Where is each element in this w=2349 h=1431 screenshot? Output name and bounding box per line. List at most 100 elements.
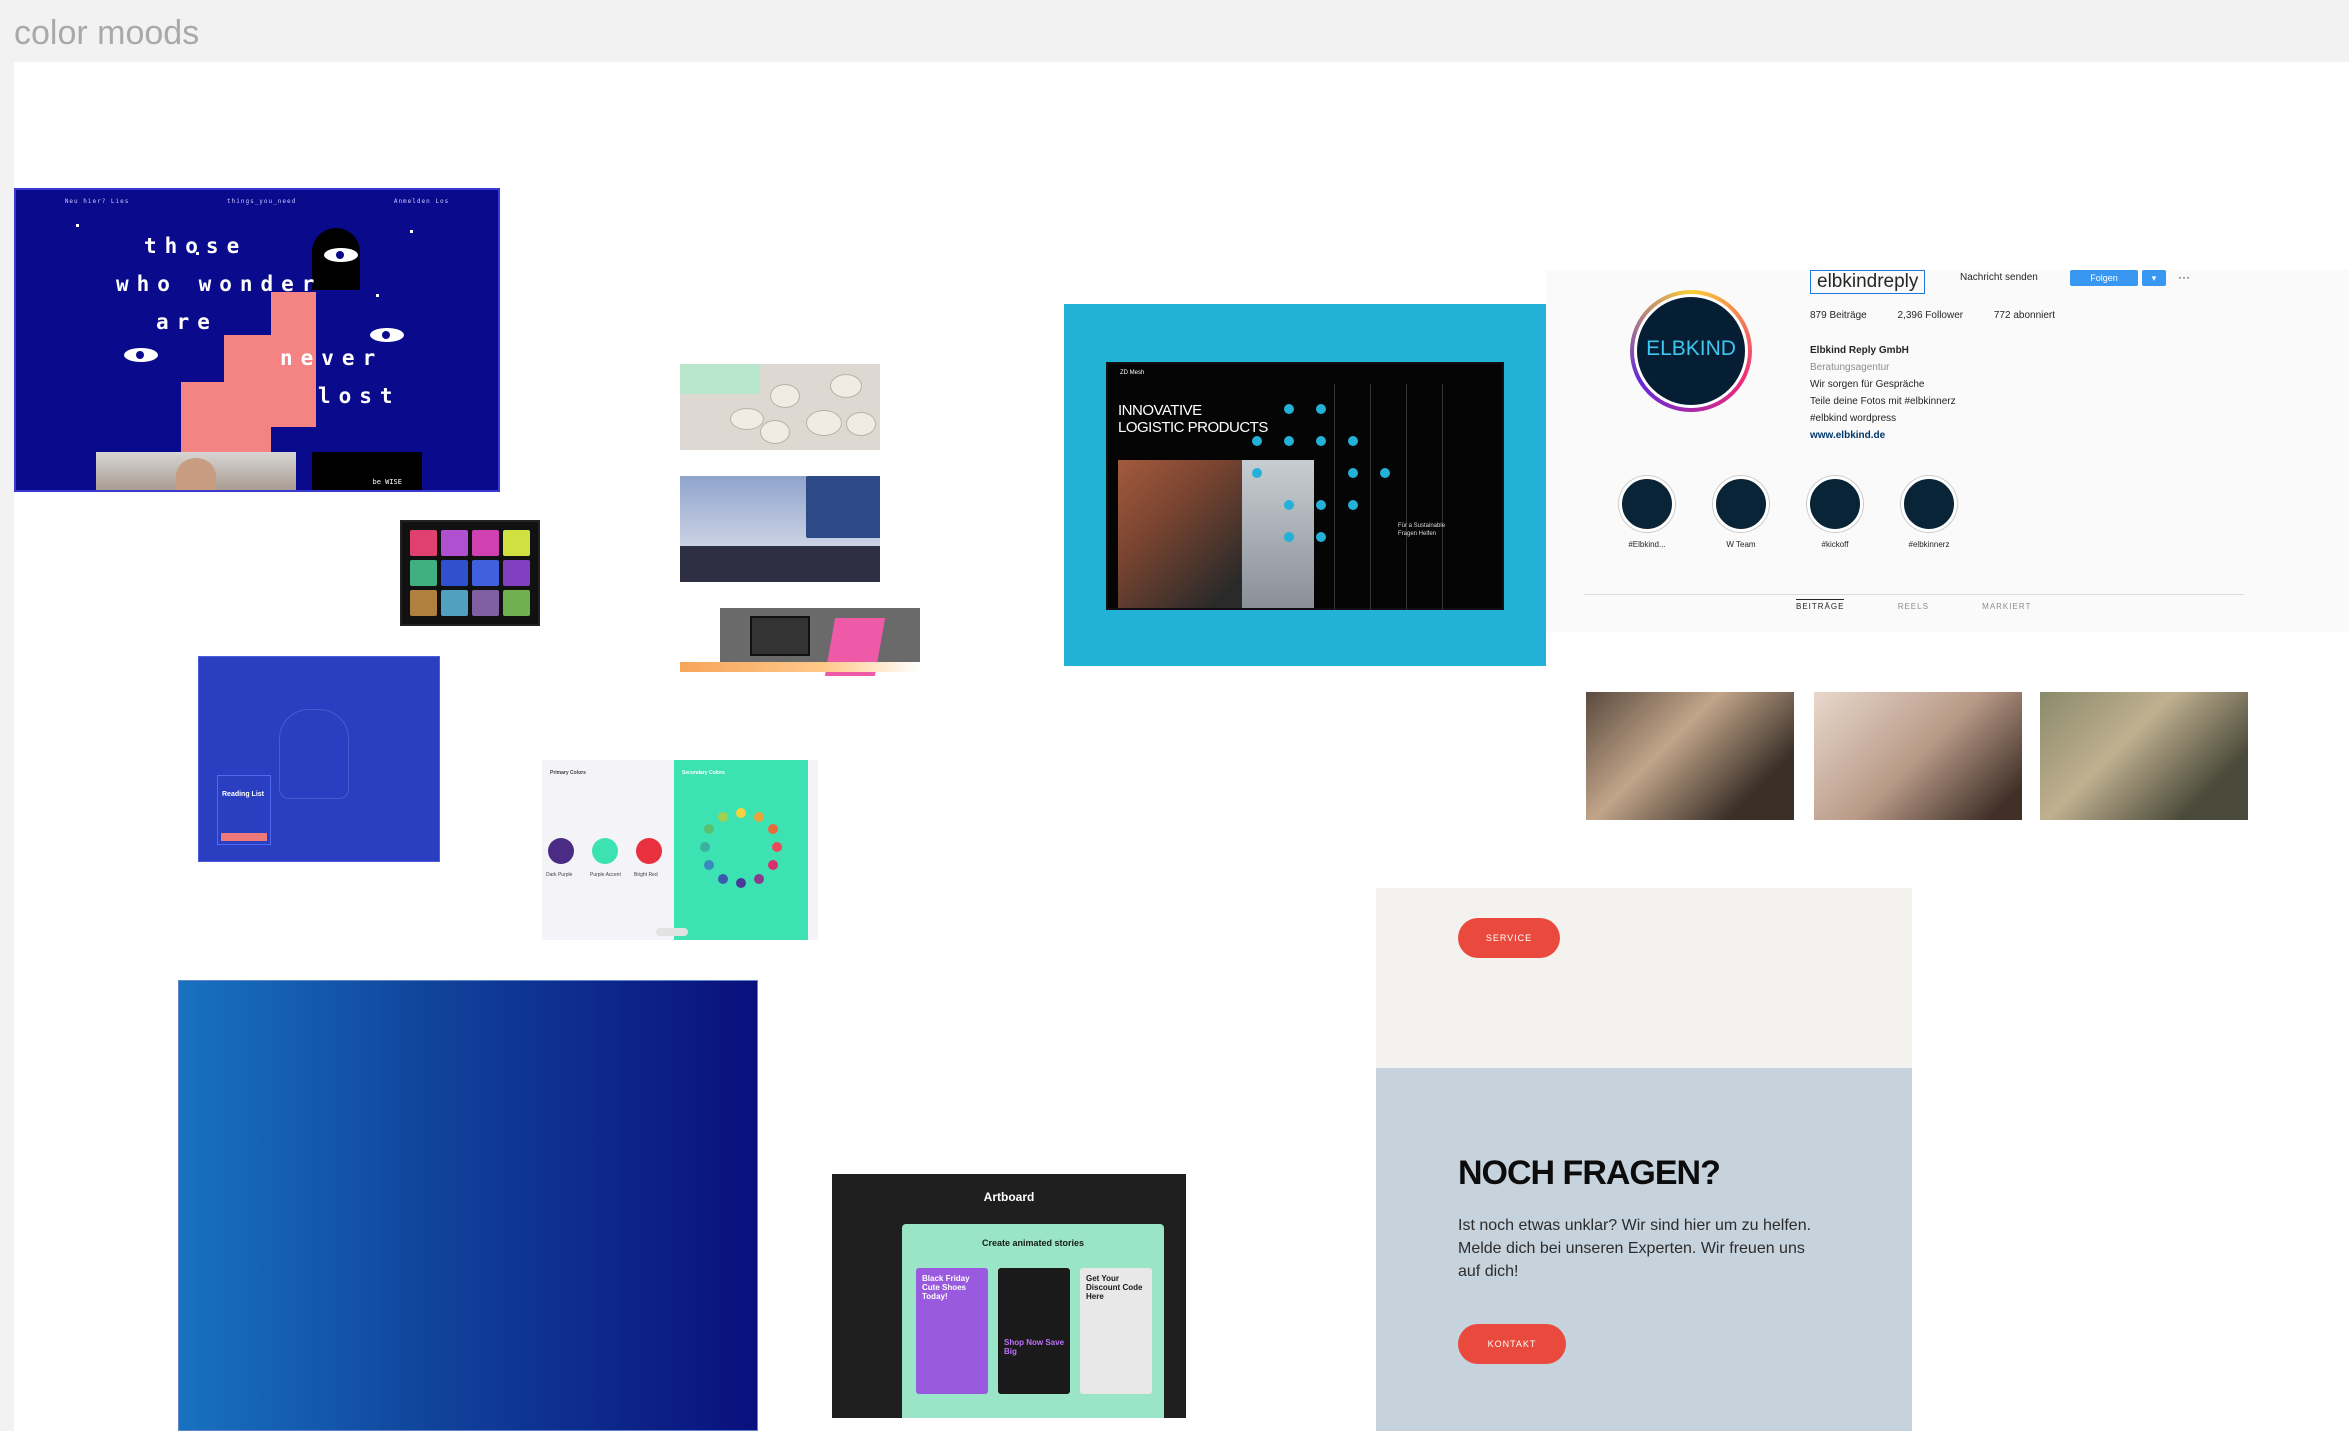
- highlight-label: W Team: [1726, 540, 1756, 549]
- city-image[interactable]: [680, 476, 880, 582]
- color-dot-label: Dark Purple: [546, 872, 573, 878]
- stone-shape: [770, 384, 800, 408]
- color-swatch: [503, 590, 530, 616]
- star-dot: [196, 252, 199, 255]
- chevron-down-icon: ▾: [2142, 270, 2166, 286]
- grid-line: [1334, 384, 1335, 610]
- avatar-text: ELBKIND: [1646, 337, 1736, 360]
- palette-image[interactable]: Primary Colors Dark Purple Purple Accent…: [542, 760, 818, 940]
- wonder-cta-label: be WISE: [372, 478, 402, 486]
- wonder-nav: Neu hier? Lies things_you_need Anmelden …: [16, 198, 498, 205]
- wonder-line: are: [156, 310, 218, 334]
- contact-section-image[interactable]: SERVICE NOCH FRAGEN? Ist noch etwas unkl…: [1376, 888, 1912, 1431]
- profile-stats: 879 Beiträge 2,396 Follower 772 abonnier…: [1810, 310, 2083, 321]
- cyan-dot: [1284, 436, 1294, 446]
- grid-line: [1406, 384, 1407, 610]
- cyan-dot: [1252, 436, 1262, 446]
- cyan-dot: [1316, 532, 1326, 542]
- instagram-post-image[interactable]: [1814, 692, 2022, 820]
- phone-text: Get Your Discount Code Here: [1086, 1274, 1143, 1301]
- instagram-post-image[interactable]: [1586, 692, 1794, 820]
- tab-divider: [1584, 594, 2244, 595]
- classroom-board: [750, 616, 810, 656]
- logistic-title: INNOVATIVE LOGISTIC PRODUCTS: [1118, 402, 1268, 436]
- wonder-nav-item: things_you_need: [227, 198, 297, 205]
- coral-stair-shape: [224, 335, 274, 385]
- moodboard-canvas[interactable]: Neu hier? Lies things_you_need Anmelden …: [14, 62, 2349, 1431]
- color-swatch: [441, 530, 468, 556]
- grid-line: [1442, 384, 1443, 610]
- artboard-image[interactable]: Artboard Create animated stories Black F…: [832, 1174, 1186, 1418]
- reading-box-label: Reading List: [222, 791, 265, 798]
- wonder-moodboard-image[interactable]: Neu hier? Lies things_you_need Anmelden …: [14, 188, 500, 492]
- instagram-post-image[interactable]: [2040, 692, 2248, 820]
- cyan-dot: [1348, 468, 1358, 478]
- stone-shape: [846, 412, 876, 436]
- service-pill-button: SERVICE: [1458, 918, 1560, 958]
- classroom-image[interactable]: [680, 608, 924, 676]
- portrait-face: [176, 458, 216, 490]
- cyan-dot: [1380, 468, 1390, 478]
- artboard-brand: Artboard: [983, 1190, 1035, 1204]
- blue-gradient-swatch[interactable]: [178, 980, 758, 1431]
- cyan-dot: [1316, 500, 1326, 510]
- message-button: Nachricht senden: [1960, 272, 2038, 283]
- avatar: ELBKIND: [1634, 294, 1748, 408]
- highlight-icon: [1807, 476, 1863, 532]
- color-ring-dot: [772, 842, 782, 852]
- logistic-topbar: ZD Mesh: [1120, 370, 1145, 376]
- bio-line: Wir sorgen für Gespräche: [1810, 379, 1925, 390]
- color-dot-label: Bright Red: [634, 872, 658, 878]
- star-dot: [376, 294, 379, 297]
- contact-pill-button: KONTAKT: [1458, 1324, 1566, 1364]
- follow-button: Folgen: [2070, 270, 2138, 286]
- city-ground: [680, 546, 880, 582]
- contact-title: NOCH FRAGEN?: [1458, 1154, 1721, 1192]
- tab-posts: BEITRÄGE: [1796, 599, 1845, 611]
- color-swatch: [472, 530, 499, 556]
- color-swatch: [441, 590, 468, 616]
- bio-line: #elbkind wordpress: [1810, 413, 1897, 424]
- posts-count: 879 Beiträge: [1810, 310, 1867, 321]
- orange-stripe: [680, 662, 920, 672]
- color-ring-dot: [718, 874, 728, 884]
- highlight-item: #Elbkind...: [1612, 476, 1682, 549]
- color-ring-dot: [736, 878, 746, 888]
- logistic-moodboard-image[interactable]: ZD Mesh INNOVATIVE LOGISTIC PRODUCTS Für…: [1064, 304, 1546, 666]
- contact-top-section: SERVICE: [1376, 888, 1912, 1068]
- profile-name: Elbkind Reply GmbH: [1810, 345, 1909, 356]
- following-count: 772 abonniert: [1993, 310, 2056, 321]
- highlight-label: #Elbkind...: [1628, 540, 1666, 549]
- toggle-shape: [656, 928, 688, 936]
- artboard-headline: Create animated stories: [981, 1238, 1085, 1248]
- color-dot: [548, 838, 574, 864]
- instagram-profile-image[interactable]: ELBKIND elbkindreply Nachricht senden Fo…: [1546, 270, 2349, 632]
- color-ring-dot: [704, 860, 714, 870]
- logistic-screen: ZD Mesh INNOVATIVE LOGISTIC PRODUCTS Für…: [1106, 362, 1504, 610]
- artboard-panel: Create animated stories Black Friday Cut…: [902, 1224, 1164, 1418]
- color-ring-dot: [718, 812, 728, 822]
- stone-shape: [830, 374, 862, 398]
- color-swatch: [503, 530, 530, 556]
- stones-image[interactable]: [680, 364, 880, 450]
- logistic-side-text: Für a Sustainable Fragen Helfen: [1398, 523, 1446, 537]
- coral-button-shape: [221, 833, 267, 841]
- mint-block: [680, 364, 760, 394]
- color-swatch: [410, 590, 437, 616]
- color-swatch: [503, 560, 530, 586]
- contact-text: Ist noch etwas unklar? Wir sind hier um …: [1458, 1217, 1812, 1280]
- phone-mockup: Get Your Discount Code Here: [1080, 1268, 1152, 1394]
- color-grid-image[interactable]: [400, 520, 540, 626]
- blue-wireframe-image[interactable]: Reading List: [198, 656, 440, 862]
- highlight-label: #elbkinnerz: [1908, 540, 1950, 549]
- highlight-item: #elbkinnerz: [1894, 476, 1964, 549]
- stone-shape: [806, 410, 842, 436]
- wonder-line: never: [280, 346, 384, 370]
- highlight-icon: [1619, 476, 1675, 532]
- highlight-icon: [1901, 476, 1957, 532]
- profile-category: Beratungsagentur: [1810, 362, 1890, 373]
- cyan-dot: [1316, 436, 1326, 446]
- profile-link: www.elbkind.de: [1810, 430, 1886, 441]
- color-ring-dot: [768, 824, 778, 834]
- office-photo-right: [1242, 460, 1314, 608]
